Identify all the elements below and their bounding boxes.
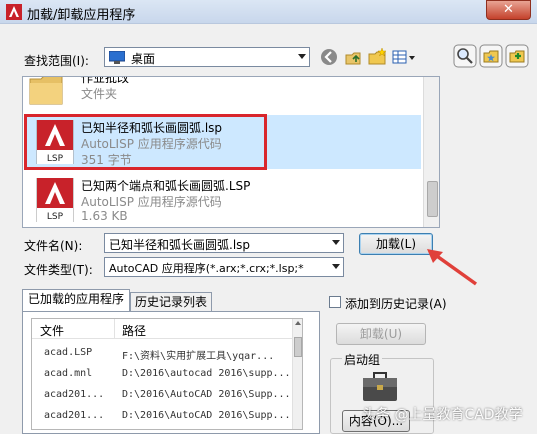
new-folder-icon xyxy=(368,47,387,65)
cell-path: F:\资料\实用扩展工具\yqar... xyxy=(122,351,275,362)
find-button[interactable] xyxy=(453,44,477,68)
up-folder-icon xyxy=(345,52,361,65)
add-to-history-label: 添加到历史记录(A) xyxy=(345,297,447,311)
briefcase-icon xyxy=(363,372,397,401)
tab-loaded-apps[interactable]: 已加载的应用程序 xyxy=(22,289,130,311)
file-name-value: 已知半径和弧长画圆弧.lsp xyxy=(109,238,251,252)
autocad-app-icon xyxy=(6,4,22,20)
file-type-label: 文件类型(T): xyxy=(24,263,93,277)
file-name: 已知两个端点和弧长画圆弧.LSP xyxy=(81,179,251,193)
views-button[interactable] xyxy=(390,46,418,68)
table-row[interactable]: acad201... D:\2016\AutoCAD 2016\Supp... xyxy=(32,408,292,424)
file-name-combo[interactable]: 已知半径和弧长画圆弧.lsp xyxy=(104,233,344,253)
chevron-down-icon xyxy=(298,54,306,59)
title-bar: 加载/卸载应用程序 ✕ xyxy=(0,0,537,24)
startup-group-title: 启动组 xyxy=(342,351,383,368)
list-header: 文件 路径 xyxy=(32,319,292,339)
lsp-badge: LSP xyxy=(47,212,64,222)
cell-file: acad.mnl xyxy=(44,368,93,379)
column-path[interactable]: 路径 xyxy=(122,322,146,339)
look-in-combo[interactable]: 桌面 xyxy=(104,47,310,67)
desktop-icon xyxy=(109,51,125,64)
list-item[interactable]: LSP 已知两个端点和弧长画圆弧.LSP AutoLISP 应用程序源代码 1.… xyxy=(25,173,421,227)
view-grid-icon xyxy=(392,50,415,64)
chevron-down-icon xyxy=(332,264,340,269)
highlight-box xyxy=(24,114,267,170)
cell-path: D:\2016\autocad 2016\supp... xyxy=(122,368,290,379)
tab-history[interactable]: 历史记录列表 xyxy=(130,292,212,311)
file-type: AutoLISP 应用程序源代码 xyxy=(81,195,222,209)
file-type-combo[interactable]: AutoCAD 应用程序(*.arx;*.crx;*.lsp;* xyxy=(104,257,344,277)
folder-icon xyxy=(29,77,63,105)
annotation-arrow xyxy=(427,249,478,286)
column-file[interactable]: 文件 xyxy=(40,322,64,339)
add-to-history-checkbox[interactable] xyxy=(329,296,341,308)
up-folder-button[interactable] xyxy=(342,46,364,68)
table-row[interactable]: acad.mnl D:\2016\autocad 2016\supp... xyxy=(32,366,292,382)
scrollbar-thumb[interactable] xyxy=(294,337,302,357)
favorites-folder-icon xyxy=(479,44,503,68)
loaded-apps-list[interactable]: 文件 路径 acad.LSP F:\资料\实用扩展工具\yqar... acad… xyxy=(31,318,303,430)
file-name-label: 文件名(N): xyxy=(24,239,83,253)
close-button[interactable]: ✕ xyxy=(486,0,531,20)
add-to-favorites-button[interactable] xyxy=(505,44,529,68)
list-item-folder[interactable]: 作业批改 文件夹 xyxy=(23,77,423,113)
scroll-up-icon[interactable] xyxy=(295,321,301,325)
favorites-button[interactable] xyxy=(479,44,503,68)
file-list-scrollbar[interactable] xyxy=(423,77,439,227)
file-type-value: AutoCAD 应用程序(*.arx;*.crx;*.lsp;* xyxy=(109,262,304,275)
search-icon xyxy=(453,44,477,68)
file-type: 文件夹 xyxy=(81,87,118,101)
table-row[interactable]: acad201... D:\2016\AutoCAD 2016\Supp... xyxy=(32,387,292,403)
file-size: 1.63 KB xyxy=(81,209,128,223)
loaded-apps-scrollbar[interactable] xyxy=(292,319,302,429)
add-favorite-icon xyxy=(505,44,529,68)
cell-path: D:\2016\AutoCAD 2016\Supp... xyxy=(122,410,290,421)
window-title: 加载/卸载应用程序 xyxy=(27,8,136,23)
back-arrow-icon xyxy=(321,49,337,65)
column-divider xyxy=(114,319,115,339)
cell-file: acad201... xyxy=(44,389,105,400)
look-in-label: 查找范围(I): xyxy=(24,54,89,68)
chevron-down-icon xyxy=(332,240,340,245)
scrollbar-thumb[interactable] xyxy=(427,181,438,217)
new-folder-button[interactable] xyxy=(366,46,388,68)
watermark: 头条 @上量教育CAD教学 xyxy=(362,407,523,423)
unload-button[interactable]: 卸载(U) xyxy=(336,323,426,345)
cell-file: acad201... xyxy=(44,410,105,421)
back-button[interactable] xyxy=(318,46,340,68)
loaded-apps-panel: 文件 路径 acad.LSP F:\资料\实用扩展工具\yqar... acad… xyxy=(22,311,320,434)
table-row[interactable]: acad.LSP F:\资料\实用扩展工具\yqar... xyxy=(32,345,292,362)
lsp-file-icon: LSP xyxy=(36,178,74,222)
cell-path: D:\2016\AutoCAD 2016\Supp... xyxy=(122,389,290,400)
look-in-value: 桌面 xyxy=(131,52,156,66)
cell-file: acad.LSP xyxy=(44,347,93,358)
file-list[interactable]: 作业批改 文件夹 LSP 已知半径和弧长画圆弧.lsp AutoLISP 应用程… xyxy=(22,76,440,228)
